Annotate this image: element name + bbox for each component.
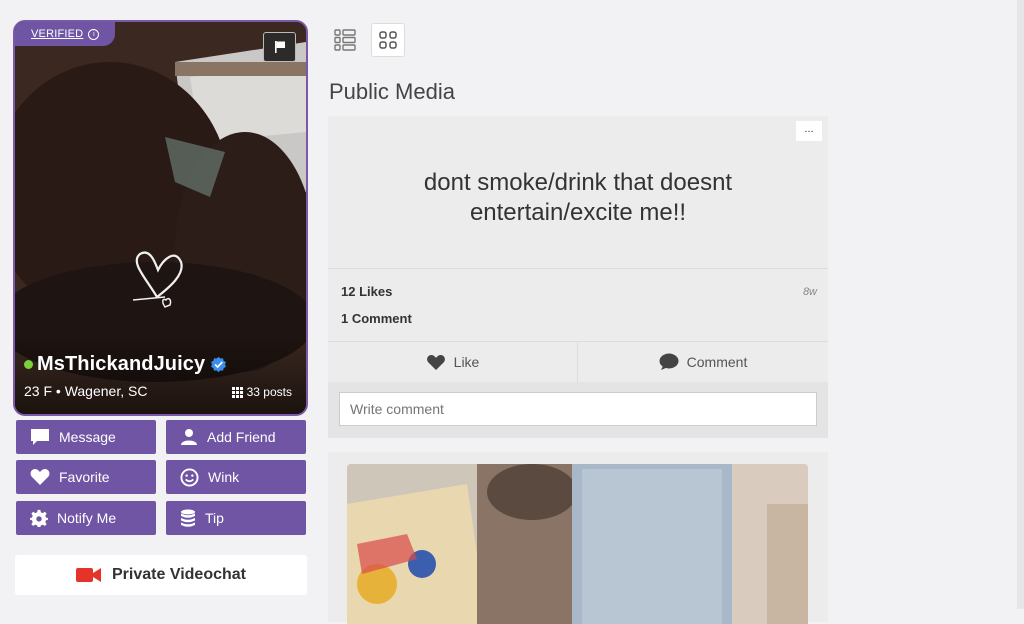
- section-title: Public Media: [329, 79, 455, 104]
- username-row: MsThickandJuicy: [24, 353, 227, 376]
- gear-icon: [30, 509, 48, 527]
- favorite-label: Favorite: [59, 469, 110, 485]
- flag-icon: [274, 41, 285, 53]
- age-location: 23 F • Wagener, SC: [24, 383, 148, 399]
- heart-icon: [30, 469, 50, 485]
- profile-meta-row: 23 F • Wagener, SC 33 posts: [24, 383, 292, 399]
- profile-card: VERIFIED i MsThickandJuicy 23 F • Wagene…: [13, 20, 308, 416]
- image-post-card: [328, 452, 828, 624]
- user-icon: [181, 429, 197, 445]
- grid-icon: [231, 386, 243, 398]
- notify-me-button[interactable]: Notify Me: [16, 501, 156, 535]
- chat-bubble-icon: [31, 429, 49, 445]
- write-comment-input[interactable]: [339, 392, 817, 426]
- report-flag-button[interactable]: [263, 32, 296, 62]
- wink-label: Wink: [208, 469, 240, 485]
- post-more-button[interactable]: ...: [796, 121, 822, 141]
- online-status-icon: [24, 360, 33, 369]
- notify-me-label: Notify Me: [57, 510, 117, 526]
- post-age: 8w: [802, 286, 817, 298]
- verified-badge[interactable]: VERIFIED i: [15, 22, 115, 46]
- info-icon: i: [88, 28, 100, 40]
- likes-count[interactable]: 12 Likes: [341, 284, 392, 299]
- comment-button[interactable]: Comment: [578, 342, 828, 382]
- private-videochat-button[interactable]: Private Videochat: [15, 555, 307, 595]
- list-view-toggle[interactable]: [328, 23, 362, 57]
- add-friend-button[interactable]: Add Friend: [166, 420, 306, 454]
- scrollbar-track[interactable]: [1017, 0, 1024, 609]
- post-text: dont smoke/drink that doesnt entertain/e…: [328, 168, 828, 228]
- posts-label: 33 posts: [246, 385, 292, 399]
- username[interactable]: MsThickandJuicy: [37, 353, 205, 376]
- private-videochat-label: Private Videochat: [112, 566, 246, 583]
- list-view-icon: [334, 29, 356, 51]
- comments-count[interactable]: 1 Comment: [341, 311, 412, 326]
- video-camera-icon: [76, 568, 101, 582]
- post-text-line-2: entertain/excite me!!: [469, 199, 687, 226]
- favorite-button[interactable]: Favorite: [16, 460, 156, 494]
- comment-label: Comment: [686, 354, 748, 370]
- comment-area: [328, 382, 828, 438]
- post-text-line-1: dont smoke/drink that doesnt: [423, 169, 733, 196]
- add-friend-label: Add Friend: [207, 429, 276, 445]
- like-button[interactable]: Like: [328, 342, 577, 382]
- text-post-card: ... dont smoke/drink that doesnt enterta…: [328, 116, 828, 438]
- heart-icon: [426, 354, 445, 370]
- comment-bubble-icon: [659, 353, 679, 370]
- tip-label: Tip: [205, 510, 224, 526]
- posts-count[interactable]: 33 posts: [231, 385, 292, 399]
- grid-view-toggle[interactable]: [371, 23, 405, 57]
- verified-check-icon: [211, 356, 227, 373]
- message-button[interactable]: Message: [16, 420, 156, 454]
- coins-icon: [181, 509, 195, 527]
- tip-button[interactable]: Tip: [166, 501, 306, 535]
- smiley-icon: [180, 467, 199, 487]
- wink-button[interactable]: Wink: [166, 460, 306, 494]
- grid-view-icon: [379, 31, 397, 49]
- verified-label: VERIFIED: [31, 28, 84, 40]
- divider: [328, 268, 828, 269]
- post-image[interactable]: [347, 464, 808, 624]
- message-label: Message: [59, 429, 116, 445]
- like-label: Like: [453, 354, 480, 370]
